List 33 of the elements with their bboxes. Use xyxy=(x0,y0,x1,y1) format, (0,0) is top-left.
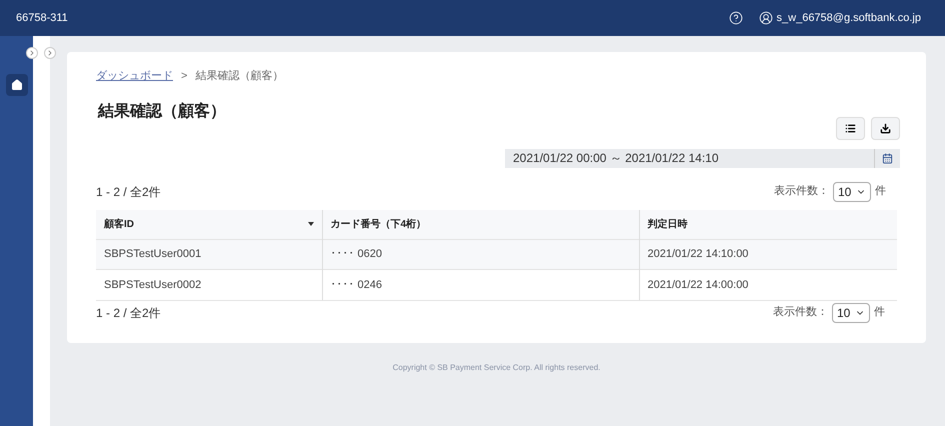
unit-label: 件 xyxy=(874,305,885,320)
download-icon xyxy=(880,122,891,134)
column-header: 判定日時 xyxy=(639,210,897,240)
date-range-field[interactable]: 2021/01/22 00:00 ～ 2021/01/22 14:10 xyxy=(505,148,900,168)
chevron-right-icon xyxy=(46,49,54,57)
list-icon xyxy=(845,122,856,134)
per-page-label: 表示件数： xyxy=(773,305,828,320)
list-view-button[interactable] xyxy=(836,116,865,140)
sort-icon xyxy=(308,222,314,226)
table-cell: 2021/01/22 14:00:00 xyxy=(639,270,897,300)
page-title: 結果確認（顧客） xyxy=(98,101,226,122)
breadcrumb-separator: > xyxy=(181,69,188,84)
per-page-select[interactable]: 10 xyxy=(832,302,870,322)
result-count: 1 - 2 / 全2件 xyxy=(96,184,161,200)
help-icon[interactable] xyxy=(728,11,743,25)
download-button[interactable] xyxy=(871,116,900,140)
copyright-text: Copyright © SB Payment Service Corp. All rights reserved. xyxy=(392,362,602,374)
table-cell: 2021/01/22 14:10:00 xyxy=(639,240,897,270)
account-code: 66758-311 xyxy=(16,10,68,26)
table-cell: ････ 0246 xyxy=(322,270,639,300)
per-page-select[interactable]: 10 xyxy=(833,182,871,202)
home-button[interactable] xyxy=(6,74,28,96)
home-icon xyxy=(10,79,22,91)
breadcrumb-current: 結果確認（顧客） xyxy=(195,68,284,84)
user-email[interactable]: s_w_66758@g.softbank.co.jp xyxy=(776,10,921,26)
result-count: 1 - 2 / 全2件 xyxy=(96,304,161,322)
user-icon xyxy=(758,11,773,25)
per-page-label: 表示件数： xyxy=(774,184,829,200)
table-cell: SBPSTestUser0002 xyxy=(96,270,322,300)
breadcrumb-link[interactable]: ダッシュボード xyxy=(96,68,173,84)
chevron-right-icon xyxy=(28,49,36,57)
unit-label: 件 xyxy=(875,184,886,200)
calendar-icon[interactable] xyxy=(882,152,893,164)
